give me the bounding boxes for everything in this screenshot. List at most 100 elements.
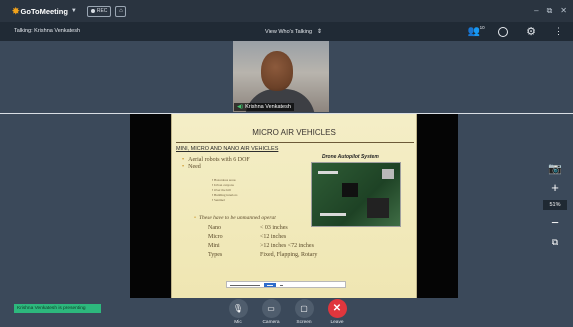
spec-key: Micro bbox=[208, 234, 223, 240]
chevron-down-icon: ▼ bbox=[70, 8, 77, 14]
gotomeeting-logo-icon: ✸ bbox=[12, 5, 20, 16]
toolbar-icons: 👥 10 ⚙ ⋮ bbox=[468, 25, 563, 38]
people-icon: 👥 bbox=[467, 26, 481, 37]
spec-value: <12 inches bbox=[260, 234, 287, 240]
spec-key: Mini bbox=[208, 243, 220, 249]
record-icon bbox=[90, 9, 95, 13]
minus-icon: − bbox=[551, 214, 559, 230]
leave-x-icon: ✕ bbox=[327, 299, 347, 318]
leave-button[interactable]: ✕ Leave bbox=[325, 299, 349, 325]
view-mode-label: View Who's Talking bbox=[265, 28, 313, 35]
camera-button[interactable]: ▭ Camera bbox=[259, 299, 283, 325]
camera-icon: 📷 bbox=[548, 162, 562, 175]
spec-table: Nano < 03 inches Micro <12 inches Mini >12 … bbox=[208, 225, 317, 261]
share-bar-text: ▬▬▬▬▬▬▬▬▬▬ bbox=[230, 282, 260, 287]
webcam-name-tag: ◀) Krishna Venkatesh bbox=[234, 103, 294, 111]
window-controls: – ⧉ ✕ bbox=[534, 6, 567, 16]
table-row: Types Fixed, Flapping, Rotary bbox=[208, 252, 317, 261]
slide-sub-bullets: ▪ Hazardous areas ▪ Urban canyons ▪ Over… bbox=[212, 178, 237, 203]
table-row: Nano < 03 inches bbox=[208, 225, 317, 234]
leave-label: Leave bbox=[330, 320, 344, 325]
sub-bullet-text: Building interiors bbox=[214, 193, 238, 197]
bullet-item: • Need bbox=[182, 164, 250, 170]
app-brand: GoToMeeting bbox=[20, 6, 68, 16]
spec-key: Types bbox=[208, 252, 223, 258]
title-bar: ✸ GoToMeeting ▼ REC ⌂ – ⧉ ✕ bbox=[0, 0, 573, 22]
sub-bullet-text: Hazardous areas bbox=[214, 178, 236, 182]
attendee-count: 10 bbox=[479, 25, 485, 30]
view-mode-dropdown[interactable]: View Who's Talking ⇕ bbox=[265, 28, 323, 36]
talking-indicator: Talking: Krishna Venkatesh bbox=[14, 28, 81, 34]
camera-label: Camera bbox=[262, 320, 280, 325]
spec-key: Nano bbox=[208, 225, 221, 231]
more-options-icon[interactable]: ⋮ bbox=[554, 26, 563, 37]
gotomeeting-window: ✸ GoToMeeting ▼ REC ⌂ – ⧉ ✕ Talking: Kri… bbox=[0, 0, 573, 327]
slide-bullets: • Aerial robots with 6 DOF • Need bbox=[182, 157, 250, 171]
sub-bullet-item: ▪ Sentinel bbox=[212, 198, 225, 202]
zoom-out-button[interactable]: − bbox=[545, 214, 565, 230]
pin-header-shape bbox=[320, 213, 346, 216]
screen-label: Screen bbox=[296, 320, 312, 325]
up-down-arrows-icon: ⇕ bbox=[317, 29, 323, 35]
lock-icon: ⌂ bbox=[119, 8, 123, 14]
plus-icon: + bbox=[551, 179, 559, 195]
pin-header-shape bbox=[318, 171, 338, 174]
meeting-controls: 🎙 Mic ▭ Camera ▢ Screen ✕ Leave bbox=[226, 299, 349, 325]
snapshot-button[interactable]: 📷 bbox=[545, 160, 565, 176]
camera-off-icon: ▭ bbox=[261, 299, 281, 318]
app-menu[interactable]: ✸ GoToMeeting ▼ bbox=[12, 6, 77, 17]
meeting-toolbar: Talking: Krishna Venkatesh View Who's Ta… bbox=[0, 22, 573, 41]
bullet-dot-icon: • bbox=[182, 157, 185, 163]
popout-screen-button[interactable]: ⧉ bbox=[545, 234, 565, 250]
connector-shape bbox=[382, 169, 394, 179]
bullet-text: Aerial robots with 6 DOF bbox=[188, 157, 250, 163]
presentation-slide: MICRO AIR VEHICLES MINI, MICRO AND NANO … bbox=[171, 114, 417, 298]
circuit-board-image bbox=[311, 162, 401, 227]
bullet-dot-icon: • bbox=[194, 215, 196, 221]
slide-note-text: These have to be unmanned operat bbox=[198, 215, 276, 221]
zoom-in-button[interactable]: + bbox=[545, 179, 565, 195]
bullet-text: Need bbox=[188, 164, 201, 170]
minimize-icon[interactable]: – bbox=[534, 6, 538, 16]
chip-shape bbox=[367, 198, 389, 218]
presenting-status-badge: Krishna Venkatesh is presenting bbox=[14, 304, 101, 313]
spec-value: >12 inches <72 inches bbox=[260, 243, 314, 249]
slide-title-rule bbox=[176, 142, 414, 143]
popout-icon: ⧉ bbox=[551, 236, 559, 247]
spec-value: < 03 inches bbox=[260, 225, 288, 231]
share-bar-hide[interactable]: ▬ bbox=[280, 283, 283, 287]
webcam-name: Krishna Venkatesh bbox=[245, 104, 291, 110]
speaking-mic-icon: ◀) bbox=[237, 104, 244, 110]
webcam-tile[interactable]: ◀) Krishna Venkatesh bbox=[233, 41, 329, 112]
lock-meeting-button[interactable]: ⌂ bbox=[115, 5, 127, 17]
mic-muted-icon: 🎙 bbox=[228, 299, 248, 318]
screen-share-view: MICRO AIR VEHICLES MINI, MICRO AND NANO … bbox=[130, 114, 458, 298]
spec-value: Fixed, Flapping, Rotary bbox=[260, 252, 318, 258]
mic-button[interactable]: 🎙 Mic bbox=[226, 299, 250, 325]
slide-note: • These have to be unmanned operat bbox=[194, 215, 276, 221]
share-bar-button[interactable]: ▬▬ bbox=[264, 282, 276, 287]
attendees-button[interactable]: 👥 10 bbox=[467, 25, 485, 37]
chip-shape bbox=[342, 183, 358, 197]
image-caption: Drone Autopilot System bbox=[322, 154, 379, 160]
bullet-dot-icon: • bbox=[182, 164, 185, 170]
close-icon[interactable]: ✕ bbox=[560, 6, 567, 16]
bullet-item: • Aerial robots with 6 DOF bbox=[182, 157, 250, 163]
participant-head bbox=[261, 51, 293, 91]
gear-icon[interactable]: ⚙ bbox=[526, 25, 536, 38]
sub-bullet-text: Sentinel bbox=[214, 198, 225, 202]
table-row: Mini >12 inches <72 inches bbox=[208, 243, 317, 252]
sub-bullet-text: Over the hill bbox=[214, 188, 231, 192]
popout-icon[interactable]: ⧉ bbox=[547, 6, 553, 16]
record-button[interactable]: REC bbox=[86, 5, 112, 17]
slide-subtitle: MINI, MICRO AND NANO AIR VEHICLES bbox=[176, 146, 279, 152]
sub-bullet-text: Urban canyons bbox=[214, 183, 234, 187]
presenter-share-bar: ▬▬▬▬▬▬▬▬▬▬ ▬▬ ▬ bbox=[226, 281, 346, 288]
record-label: REC bbox=[96, 8, 108, 14]
zoom-level: 51% bbox=[543, 200, 567, 210]
table-row: Micro <12 inches bbox=[208, 234, 317, 243]
chat-icon[interactable] bbox=[498, 26, 509, 37]
screen-share-icon: ▢ bbox=[294, 299, 314, 318]
zoom-controls: 📷 + 51% − ⧉ bbox=[543, 156, 567, 256]
screen-button[interactable]: ▢ Screen bbox=[292, 299, 316, 325]
